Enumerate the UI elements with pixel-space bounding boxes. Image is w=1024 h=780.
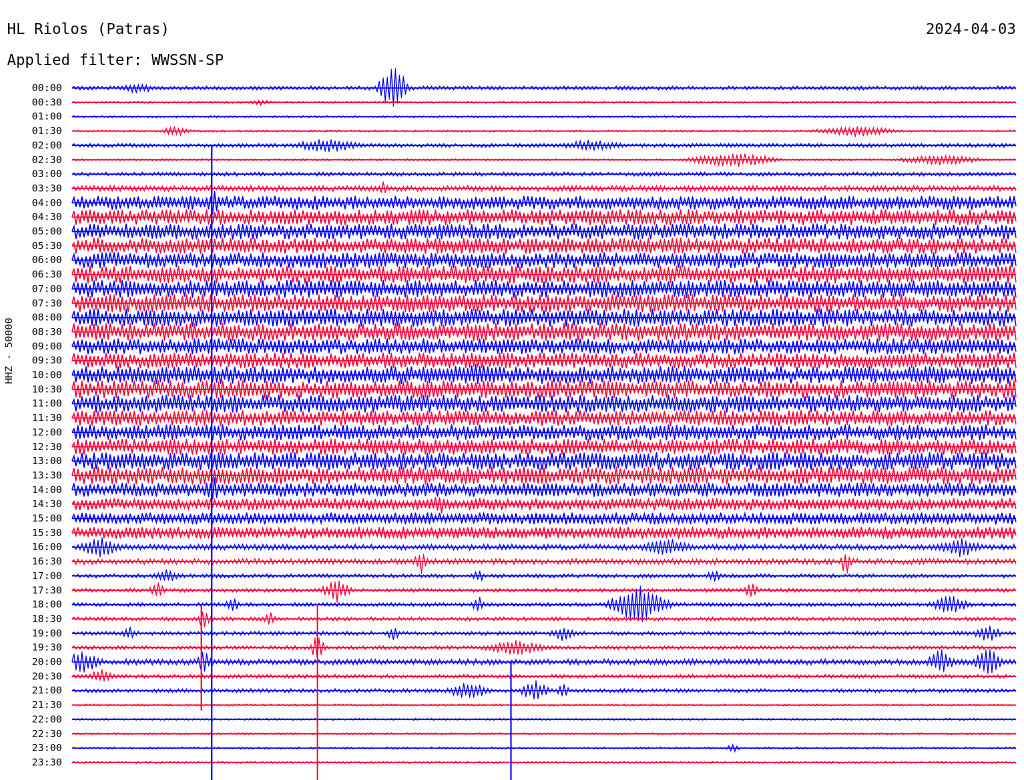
trace-row <box>71 585 1017 623</box>
row-time-label: 10:30 <box>32 384 62 395</box>
row-time-label: 13:30 <box>32 470 62 481</box>
row-time-label: 05:30 <box>32 241 62 252</box>
row-time-label: 09:00 <box>32 341 62 352</box>
row-time-label: 06:30 <box>32 270 62 281</box>
row-time-label: 04:30 <box>32 212 62 223</box>
trace-row <box>71 554 1017 575</box>
trace-row <box>71 68 1017 107</box>
row-time-label: 20:30 <box>32 671 62 682</box>
row-time-label: 17:00 <box>32 571 62 582</box>
row-time-label: 23:00 <box>32 743 62 754</box>
row-time-label: 04:00 <box>32 198 62 209</box>
row-time-label: 12:30 <box>32 442 62 453</box>
trace-row <box>71 477 1017 500</box>
row-time-label: 07:30 <box>32 298 62 309</box>
row-time-label: 15:30 <box>32 528 62 539</box>
row-time-label: 08:00 <box>32 313 62 324</box>
row-time-label: 03:00 <box>32 169 62 180</box>
row-time-label: 21:00 <box>32 686 62 697</box>
row-time-label: 06:00 <box>32 255 62 266</box>
trace-row <box>71 496 1017 514</box>
row-time-label: 11:00 <box>32 399 62 410</box>
row-time-label: 08:30 <box>32 327 62 338</box>
row-time-label: 05:00 <box>32 227 62 238</box>
row-time-label: 20:00 <box>32 657 62 668</box>
trace-row <box>71 680 1017 700</box>
row-time-label: 22:30 <box>32 729 62 740</box>
row-time-label: 00:30 <box>32 97 62 108</box>
trace-row <box>71 364 1017 384</box>
trace-row <box>71 181 1017 194</box>
row-time-label: 10:00 <box>32 370 62 381</box>
row-time-label: 21:30 <box>32 700 62 711</box>
row-time-label: 14:00 <box>32 485 62 496</box>
row-time-label: 02:30 <box>32 155 62 166</box>
row-time-label: 03:30 <box>32 183 62 194</box>
trace-row <box>71 580 1017 604</box>
row-time-label: 16:00 <box>32 542 62 553</box>
row-time-label: 18:30 <box>32 614 62 625</box>
row-time-label: 17:30 <box>32 585 62 596</box>
row-time-label: 11:30 <box>32 413 62 424</box>
row-time-label: 23:30 <box>32 757 62 768</box>
row-time-label: 18:00 <box>32 600 62 611</box>
row-time-label: 01:00 <box>32 112 62 123</box>
row-time-label: 00:00 <box>32 83 62 94</box>
row-time-label: 01:30 <box>32 126 62 137</box>
trace-row <box>71 669 1017 682</box>
row-time-label: 12:00 <box>32 427 62 438</box>
row-time-label: 09:30 <box>32 356 62 367</box>
helicorder-plot: 00:00 00:30 01:00 01:30 02:00 02:30 03:00 03:30… <box>32 68 1017 780</box>
row-time-label: 19:00 <box>32 628 62 639</box>
row-time-label: 14:30 <box>32 499 62 510</box>
row-time-label: 22:00 <box>32 714 62 725</box>
row-time-label: 02:00 <box>32 140 62 151</box>
row-time-label: 15:00 <box>32 514 62 525</box>
row-time-label: 16:30 <box>32 557 62 568</box>
row-time-label: 19:30 <box>32 643 62 654</box>
row-time-label: 13:00 <box>32 456 62 467</box>
row-time-label: 07:00 <box>32 284 62 295</box>
